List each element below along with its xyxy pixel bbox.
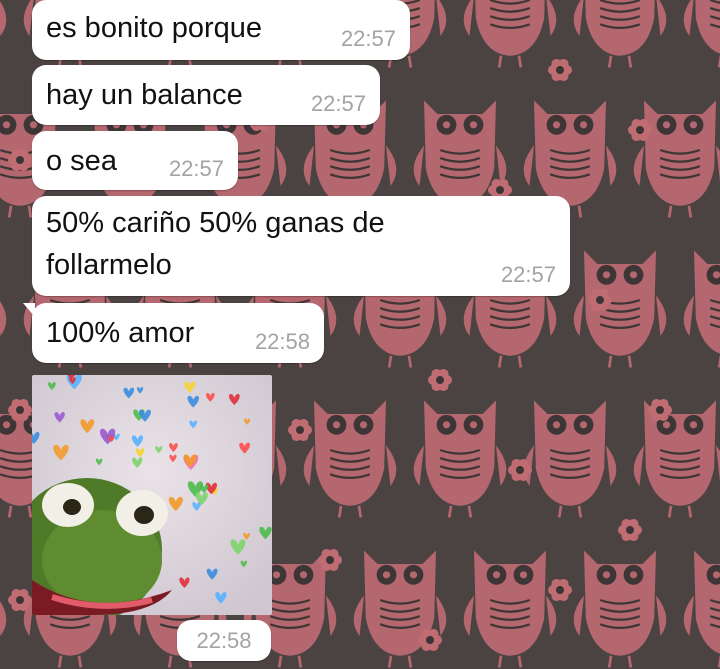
- owl-pattern-icon: [683, 550, 720, 668]
- owl-pattern-icon: [633, 100, 720, 218]
- flower-pattern-icon: [428, 368, 452, 392]
- owl-pattern-icon: [683, 250, 720, 368]
- owl-pattern-icon: [0, 1, 7, 37]
- message-timestamp: 22:57: [500, 262, 556, 287]
- owl-pattern-icon: [0, 601, 7, 637]
- message-timestamp: 22:57: [310, 91, 366, 116]
- message-timestamp: 22:58: [254, 329, 310, 354]
- message-bubble-5[interactable]: 100% amor 22:58: [23, 303, 324, 363]
- owl-pattern-icon: [573, 550, 667, 668]
- owl-pattern-icon: [463, 0, 557, 68]
- message-text: es bonito porque: [46, 12, 263, 44]
- owl-pattern-icon: [683, 0, 720, 68]
- flower-pattern-icon: [618, 518, 642, 542]
- message-bubble-4[interactable]: 50% cariño 50% ganas de follarmelo 22:57: [32, 196, 570, 296]
- owl-pattern-icon: [413, 400, 507, 518]
- owl-pattern-icon: [463, 550, 557, 668]
- owl-pattern-icon: [633, 400, 720, 518]
- message-text: 100% amor: [46, 317, 195, 349]
- message-bubble-3[interactable]: o sea 22:57: [32, 131, 238, 190]
- flower-pattern-icon: [288, 418, 312, 442]
- owl-pattern-icon: [573, 0, 667, 68]
- owl-pattern-icon: [523, 400, 617, 518]
- owl-pattern-icon: [303, 400, 397, 518]
- message-timestamp: 22:57: [340, 26, 396, 51]
- message-text: 50% cariño 50% ganas de follarmelo: [46, 207, 385, 281]
- owl-pattern-icon: [573, 250, 667, 368]
- message-text: hay un balance: [46, 79, 243, 111]
- message-timestamp: 22:57: [168, 156, 224, 181]
- flower-pattern-icon: [548, 58, 572, 82]
- kermit-hearts-sticker-icon: [32, 375, 272, 615]
- sticker-timestamp-bubble: 22:58: [177, 620, 271, 661]
- owl-pattern-icon: [0, 301, 7, 337]
- flower-pattern-icon: [548, 578, 572, 602]
- message-bubble-1[interactable]: es bonito porque 22:57: [32, 0, 410, 60]
- sticker-timestamp: 22:58: [196, 628, 252, 653]
- message-text: o sea: [46, 145, 117, 177]
- message-bubble-2[interactable]: hay un balance 22:57: [32, 65, 380, 125]
- sticker-image[interactable]: [32, 375, 272, 615]
